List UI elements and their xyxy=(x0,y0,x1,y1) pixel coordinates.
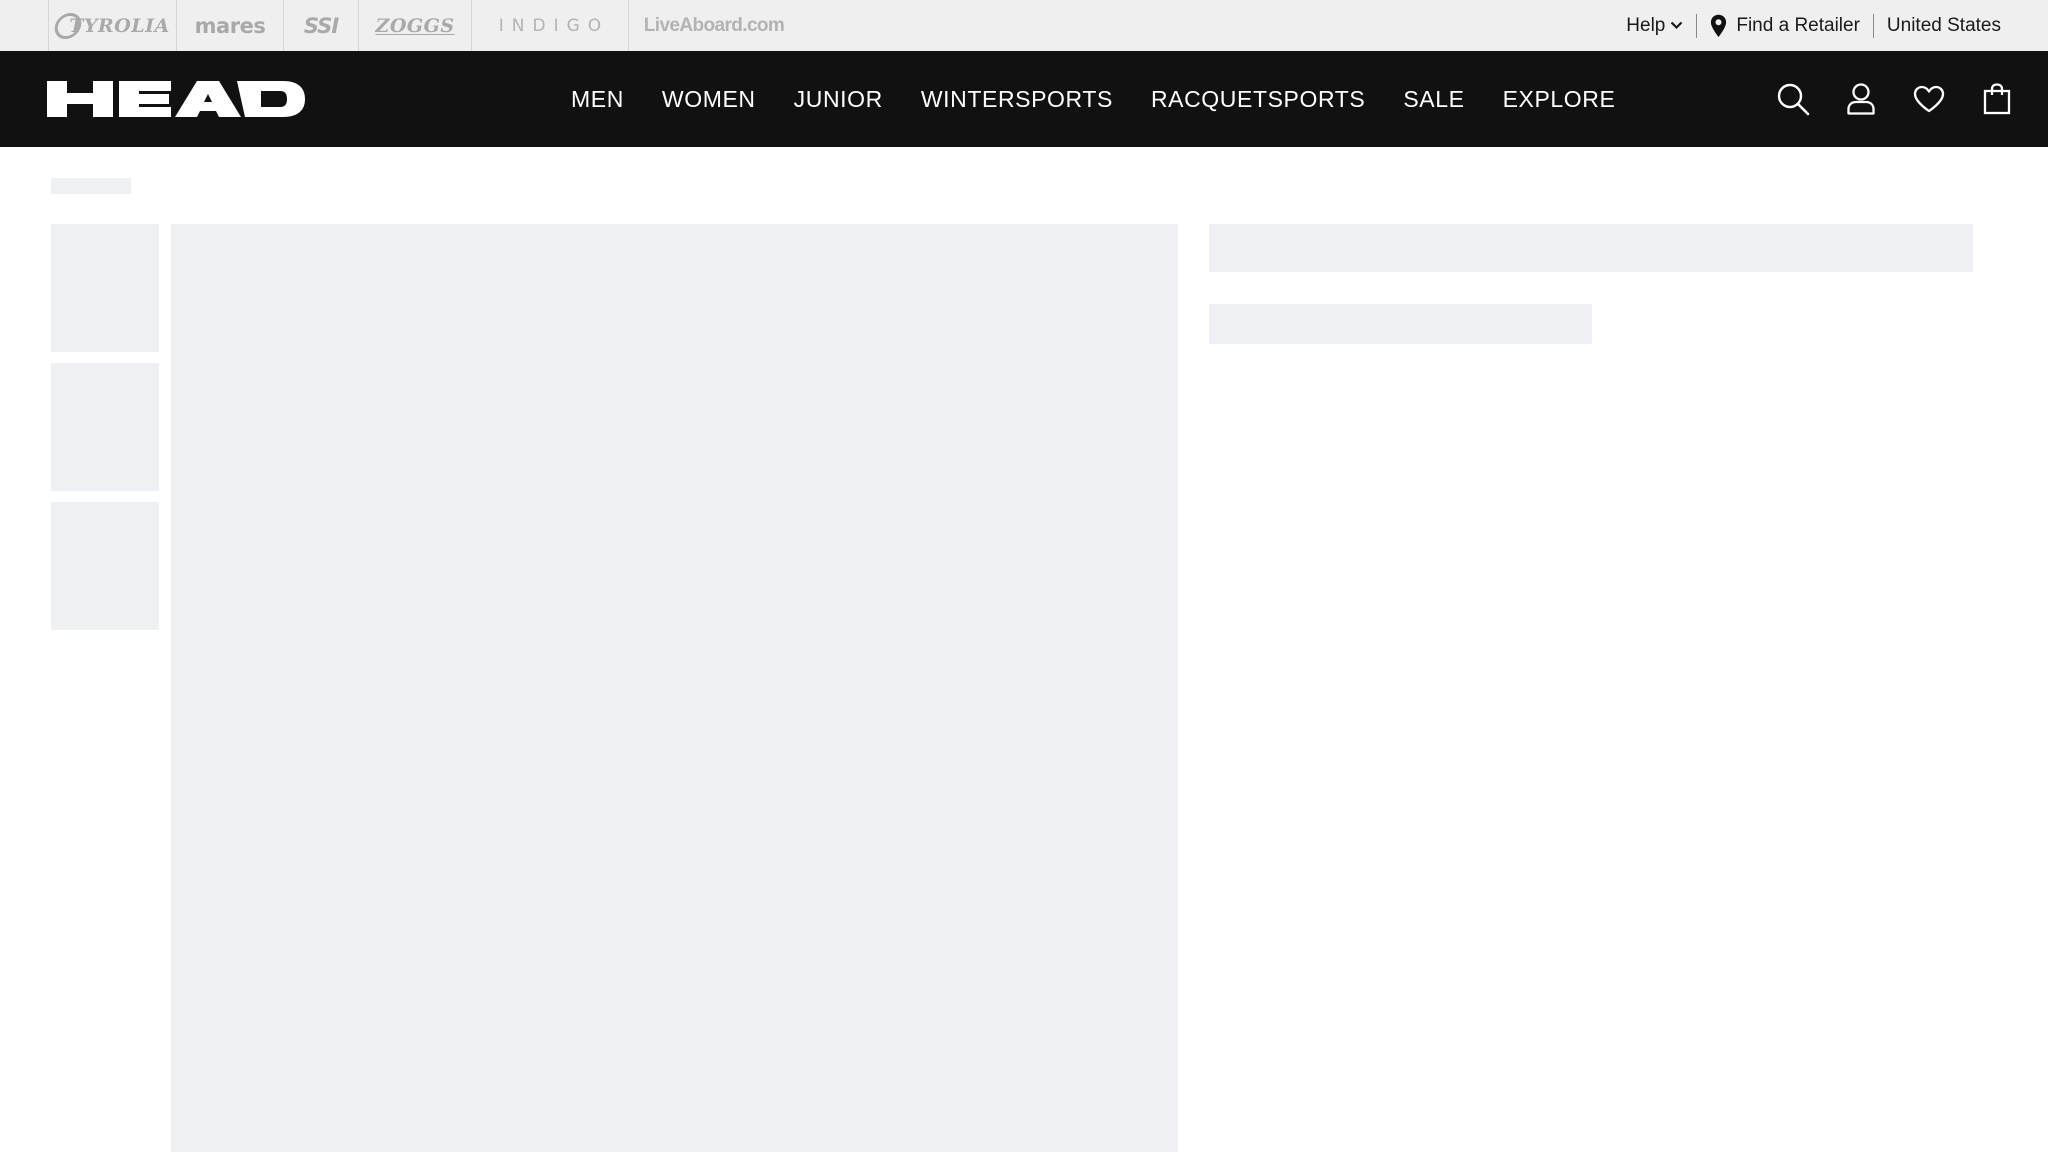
wishlist-heart-icon[interactable] xyxy=(1912,82,1946,116)
brand-link-indigo[interactable]: INDIGO xyxy=(472,0,629,51)
thumbnail-placeholder xyxy=(51,502,159,630)
liveaboard-logo: LiveAboard.com xyxy=(643,14,785,36)
search-icon[interactable] xyxy=(1776,82,1810,116)
find-retailer-link[interactable]: Find a Retailer xyxy=(1697,14,1873,38)
thumbnail-placeholder xyxy=(51,224,159,352)
nav-item-wintersports[interactable]: WINTERSPORTS xyxy=(921,86,1113,113)
brand-link-ssi[interactable]: SSI xyxy=(284,0,359,51)
help-dropdown[interactable]: Help xyxy=(1613,14,1696,38)
country-label: United States xyxy=(1886,14,2001,36)
nav-item-junior[interactable]: JUNIOR xyxy=(794,86,883,113)
nav-item-racquetsports[interactable]: RACQUETSPORTS xyxy=(1151,86,1365,113)
country-selector[interactable]: United States xyxy=(1874,14,2014,38)
breadcrumb-placeholder xyxy=(51,178,131,194)
product-image-placeholder xyxy=(171,224,1178,1152)
product-price-placeholder xyxy=(1209,304,1592,344)
nav-item-explore[interactable]: EXPLORE xyxy=(1503,86,1616,113)
brand-link-mares[interactable]: mares xyxy=(177,0,284,51)
brand-link-tyrolia[interactable]: TYROLIA xyxy=(49,0,177,51)
brand-bar: TYROLIA mares SSI ZOGGS INDIGO LiveAboar… xyxy=(0,0,2048,51)
sister-brand-links: TYROLIA mares SSI ZOGGS INDIGO LiveAboar… xyxy=(48,0,799,51)
main-header: MEN WOMEN JUNIOR WINTERSPORTS RACQUETSPO… xyxy=(0,51,2048,147)
nav-item-sale[interactable]: SALE xyxy=(1403,86,1464,113)
zoggs-logo: ZOGGS xyxy=(375,14,455,37)
tyrolia-logo: TYROLIA xyxy=(52,12,170,39)
chevron-down-icon xyxy=(1670,21,1683,30)
nav-item-women[interactable]: WOMEN xyxy=(662,86,756,113)
mares-logo: mares xyxy=(194,13,266,38)
ssi-logo: SSI xyxy=(303,13,339,38)
nav-item-men[interactable]: MEN xyxy=(571,86,624,113)
header-icons xyxy=(1742,51,2014,147)
primary-nav: MEN WOMEN JUNIOR WINTERSPORTS RACQUETSPO… xyxy=(552,51,1634,147)
product-title-placeholder xyxy=(1209,224,1973,272)
location-pin-icon xyxy=(1710,14,1727,38)
shopping-bag-icon[interactable] xyxy=(1980,82,2014,116)
indigo-logo: INDIGO xyxy=(498,15,610,36)
find-retailer-label: Find a Retailer xyxy=(1736,14,1860,36)
head-wordmark xyxy=(47,81,305,117)
utility-links: Help Find a Retailer United States xyxy=(1613,0,2014,51)
brand-link-zoggs[interactable]: ZOGGS xyxy=(359,0,472,51)
thumbnail-placeholder xyxy=(51,363,159,491)
help-label: Help xyxy=(1626,14,1666,36)
account-icon[interactable] xyxy=(1844,82,1878,116)
head-logo[interactable] xyxy=(47,81,305,117)
brand-link-liveaboard[interactable]: LiveAboard.com xyxy=(629,0,799,51)
